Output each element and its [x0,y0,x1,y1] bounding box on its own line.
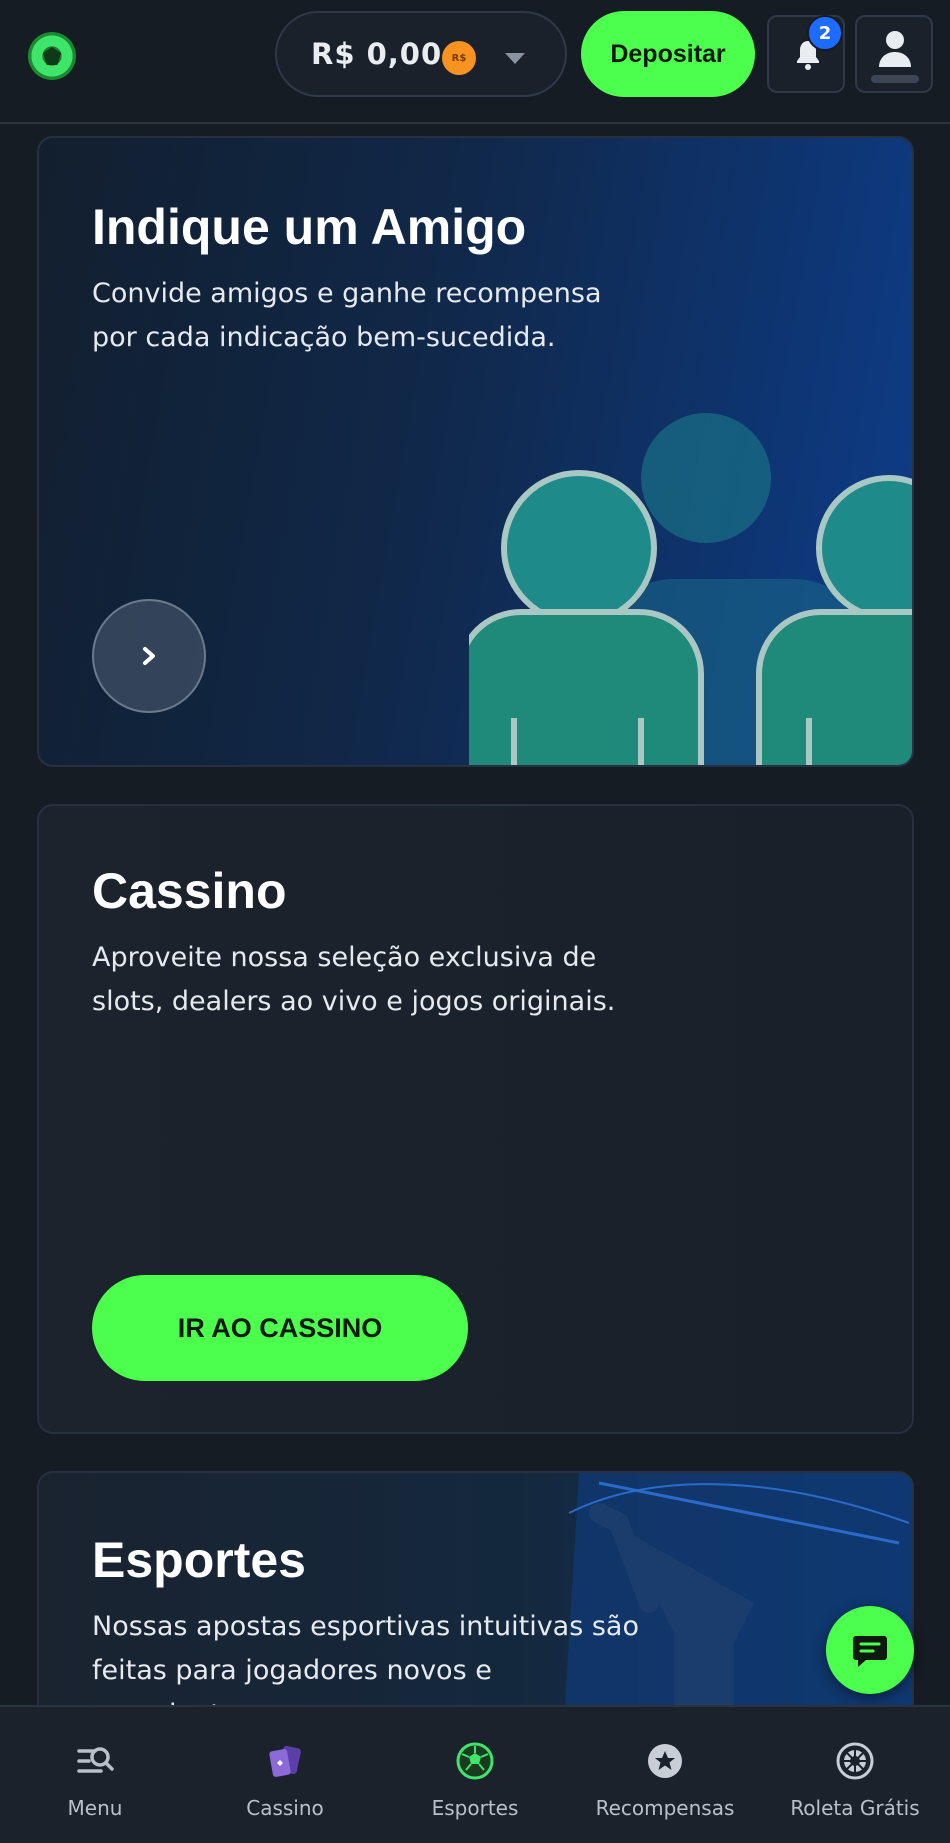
star-icon [648,1744,682,1778]
referral-title: Indique um Amigo [92,199,527,255]
brand-logo[interactable] [28,32,76,80]
cards-icon [269,1745,301,1777]
people-illustration [469,413,912,765]
casino-card: Cassino Aproveite nossa seleção exclusiv… [37,804,914,1434]
profile-level-bar [871,75,919,83]
user-icon [879,31,911,67]
referral-next-button[interactable] [92,599,206,713]
nav-item-sports[interactable]: Esportes [380,1707,570,1843]
nav-item-free-roulette[interactable]: Roleta Grátis [760,1707,950,1843]
currency-coin-icon: R$ [442,41,476,75]
balance-amount: R$ 0,00 [311,37,443,71]
go-to-casino-button[interactable]: IR AO CASSINO [92,1275,468,1381]
referral-card[interactable]: Indique um Amigo Convide amigos e ganhe … [37,136,914,767]
bottom-navigation: Menu Cassino Esportes Recompensas Roleta… [0,1705,950,1843]
deposit-button[interactable]: Depositar [581,11,755,97]
sports-title: Esportes [92,1532,306,1588]
chat-support-button[interactable] [826,1606,914,1694]
nav-label-menu: Menu [67,1796,123,1820]
nav-label-rewards: Recompensas [595,1796,735,1820]
soccer-ball-icon [456,1742,494,1780]
top-header: R$ 0,00 R$ Depositar 2 [0,0,950,124]
notifications-button[interactable]: 2 [767,15,845,93]
menu-search-icon [77,1747,114,1773]
nav-label-casino: Cassino [246,1796,324,1820]
roulette-icon [836,1742,874,1780]
nav-label-free-roulette: Roleta Grátis [790,1796,920,1820]
casino-title: Cassino [92,863,287,919]
chevron-right-icon [143,647,155,665]
casino-description: Aproveite nossa seleção exclusiva de slo… [92,942,616,1017]
chevron-down-icon [505,53,525,64]
notification-count-badge: 2 [807,15,843,51]
balance-selector[interactable]: R$ 0,00 R$ [275,11,567,97]
nav-item-rewards[interactable]: Recompensas [570,1707,760,1843]
chat-bubble-icon [853,1636,887,1667]
nav-item-menu[interactable]: Menu [0,1707,190,1843]
nav-label-sports: Esportes [431,1796,519,1820]
profile-button[interactable] [855,15,933,93]
nav-item-casino[interactable]: Cassino [190,1707,380,1843]
